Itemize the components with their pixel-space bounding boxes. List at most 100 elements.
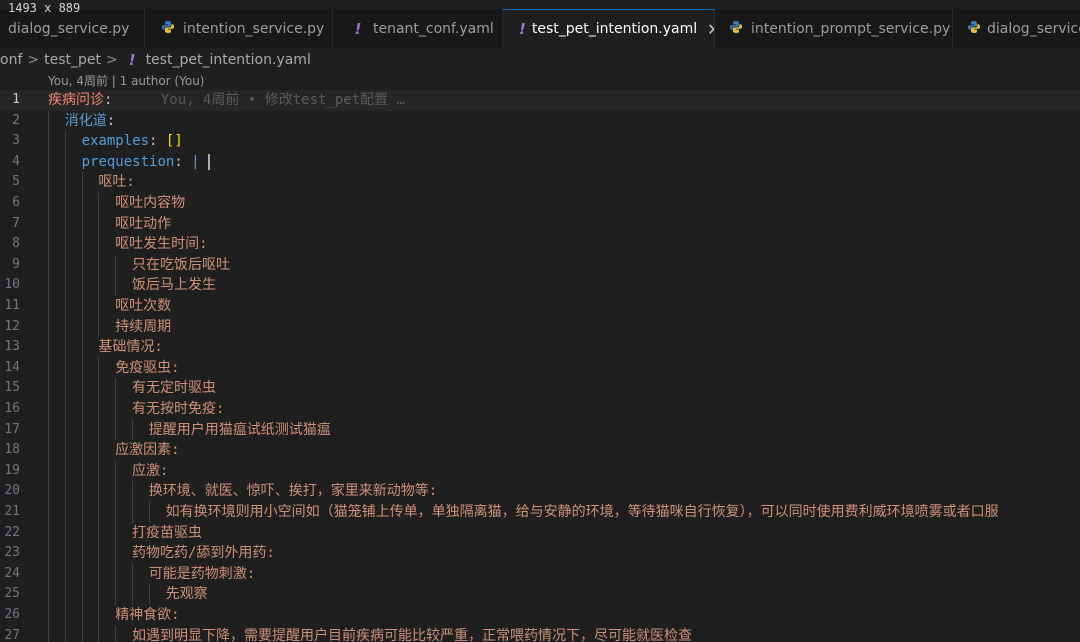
indent-guide <box>64 193 66 214</box>
code-text: 应激: <box>132 461 168 482</box>
indent-guide <box>115 502 117 523</box>
indent-guide <box>98 605 100 626</box>
yaml-file-icon: ! <box>519 20 526 38</box>
tab-label: tenant_conf.yaml <box>373 20 494 37</box>
indent-guide <box>115 275 117 296</box>
code-line[interactable]: 14 免疫驱虫: <box>0 357 1080 379</box>
indent-guide <box>81 172 83 193</box>
code-line[interactable]: 1 疾病问诊: You, 4周前 • 修改test_pet配置 … <box>0 90 1080 111</box>
yaml-token: prequestion <box>81 153 175 170</box>
tab-test-pet-intention[interactable]: ! test_pet_intention.yaml ✕ <box>503 9 715 48</box>
tab-tenant-conf[interactable]: ! tenant_conf.yaml <box>333 9 503 48</box>
code-line[interactable]: 22 打疫苗驱虫 <box>0 522 1080 544</box>
line-number: 6 <box>12 195 20 210</box>
yaml-token: 应激: <box>132 462 169 479</box>
code-line[interactable]: 12 持续周期 <box>0 316 1080 338</box>
yaml-token: 应激因素: <box>115 442 180 459</box>
yaml-token: 持续周期 <box>115 318 172 335</box>
yaml-token: 呕吐动作 <box>115 215 172 232</box>
indent-guide <box>81 378 83 399</box>
code-line[interactable]: 13 基础情况: <box>0 337 1080 358</box>
line-number: 27 <box>4 627 20 642</box>
close-icon[interactable]: ✕ <box>707 20 714 39</box>
indent-guide <box>64 254 66 276</box>
code-line[interactable]: 8 呕吐发生时间: <box>0 234 1080 255</box>
indent-guide <box>98 625 100 642</box>
indent-guide <box>48 543 49 564</box>
yaml-token: 如遇到明显下降，需要提醒用户目前疾病可能比较严重，正常喂药情况下，尽可能就医检查 <box>132 627 692 642</box>
indent-guide <box>64 275 66 296</box>
code-line[interactable]: 25 先观察 <box>0 584 1080 605</box>
code-text: prequestion: | <box>82 152 210 173</box>
line-number: 5 <box>12 174 20 190</box>
indent-guide <box>81 584 83 605</box>
indent-guide <box>48 296 49 317</box>
code-editor[interactable]: 1 疾病问诊: You, 4周前 • 修改test_pet配置 … 2 消化道: 3 e… <box>0 90 1080 642</box>
breadcrumb-item-test-pet[interactable]: test_pet <box>44 52 101 68</box>
code-line[interactable]: 16 有无按时免疫: <box>0 399 1080 420</box>
yaml-token: 只在吃饭后呕吐 <box>132 256 230 273</box>
code-line[interactable]: 2 消化道: <box>0 110 1080 132</box>
code-line[interactable]: 20 换环境、就医、惊吓、挨打，家里来新动物等: <box>0 481 1080 502</box>
yaml-colon: : <box>106 112 124 129</box>
code-line[interactable]: 26 精神食欲: <box>0 605 1080 626</box>
code-text: 持续周期 <box>115 317 171 338</box>
indent-guide <box>48 234 49 255</box>
tab-intention-service[interactable]: intention_service.py <box>145 9 333 48</box>
code-line[interactable]: 21 如有换环境则用小空间如（猫笼铺上传单，单独隔离猫，给与安静的环境，等待猫咪自… <box>0 502 1080 523</box>
line-number: 2 <box>12 112 20 128</box>
code-text: 应激因素: <box>115 440 179 461</box>
code-line[interactable]: 5 呕吐: <box>0 172 1080 193</box>
indent-guide <box>98 399 100 420</box>
indent-guide <box>98 481 100 502</box>
code-line[interactable]: 23 药物吃药/舔到外用药: <box>0 543 1080 564</box>
git-codelens[interactable]: You, 4周前 | 1 author (You) <box>48 72 204 90</box>
breadcrumb-item-conf[interactable]: onf <box>0 52 22 68</box>
indent-guide <box>81 296 83 317</box>
code-line[interactable]: 15 有无定时驱虫 <box>0 378 1080 399</box>
code-line[interactable]: 7 呕吐动作 <box>0 213 1080 235</box>
code-line[interactable]: 3 examples: [] <box>0 131 1080 152</box>
indent-guide <box>64 234 66 255</box>
line-number: 3 <box>12 133 20 149</box>
line-number: 8 <box>12 236 20 252</box>
code-text: 先观察 <box>166 584 208 605</box>
line-number: 25 <box>4 586 20 602</box>
yaml-colon: : <box>104 92 121 108</box>
breadcrumb-item-file[interactable]: test_pet_intention.yaml <box>146 52 311 68</box>
indent-guide <box>98 522 100 544</box>
indent-guide <box>81 213 83 235</box>
indent-guide <box>64 399 66 420</box>
indent-guide <box>115 481 117 502</box>
code-line[interactable]: 17 提醒用户用猫瘟试纸测试猫瘟 <box>0 419 1080 441</box>
indent-guide <box>48 110 49 132</box>
code-line[interactable]: 18 应激因素: <box>0 440 1080 461</box>
indent-guide <box>132 419 133 441</box>
tab-dialog-service-2[interactable]: dialog_service. <box>953 9 1080 48</box>
indent-guide <box>64 543 66 564</box>
chevron-right-icon: > <box>105 52 118 68</box>
indent-guide <box>115 522 117 544</box>
code-line[interactable]: 27 如遇到明显下降，需要提醒用户目前疾病可能比较严重，正常喂药情况下，尽可能就医… <box>0 625 1080 642</box>
indent-guide <box>64 357 66 379</box>
indent-guide <box>64 131 66 152</box>
tab-label: intention_prompt_service.py <box>751 20 951 37</box>
code-line[interactable]: 24 可能是药物刺激: <box>0 563 1080 585</box>
yaml-token: 饭后马上发生 <box>132 277 216 294</box>
yaml-token: 免疫驱虫: <box>115 359 180 376</box>
code-line[interactable]: 11 呕吐次数 <box>0 296 1080 317</box>
code-line[interactable]: 19 应激: <box>0 460 1080 482</box>
tab-intention-prompt-service[interactable]: intention_prompt_service.py <box>715 9 953 48</box>
code-line[interactable]: 9 只在吃饭后呕吐 <box>0 254 1080 276</box>
yaml-token: 精神食欲: <box>115 607 180 623</box>
indent-guide <box>98 378 100 399</box>
indent-guide <box>115 460 117 482</box>
indent-guide <box>64 440 66 461</box>
code-line[interactable]: 6 呕吐内容物 <box>0 193 1080 214</box>
indent-guide <box>81 275 83 296</box>
code-line[interactable]: 10 饭后马上发生 <box>0 275 1080 296</box>
python-file-icon <box>159 20 177 38</box>
code-line[interactable]: 4 prequestion: | <box>0 151 1080 173</box>
indent-guide <box>132 563 133 585</box>
tab-label: intention_service.py <box>183 20 325 37</box>
